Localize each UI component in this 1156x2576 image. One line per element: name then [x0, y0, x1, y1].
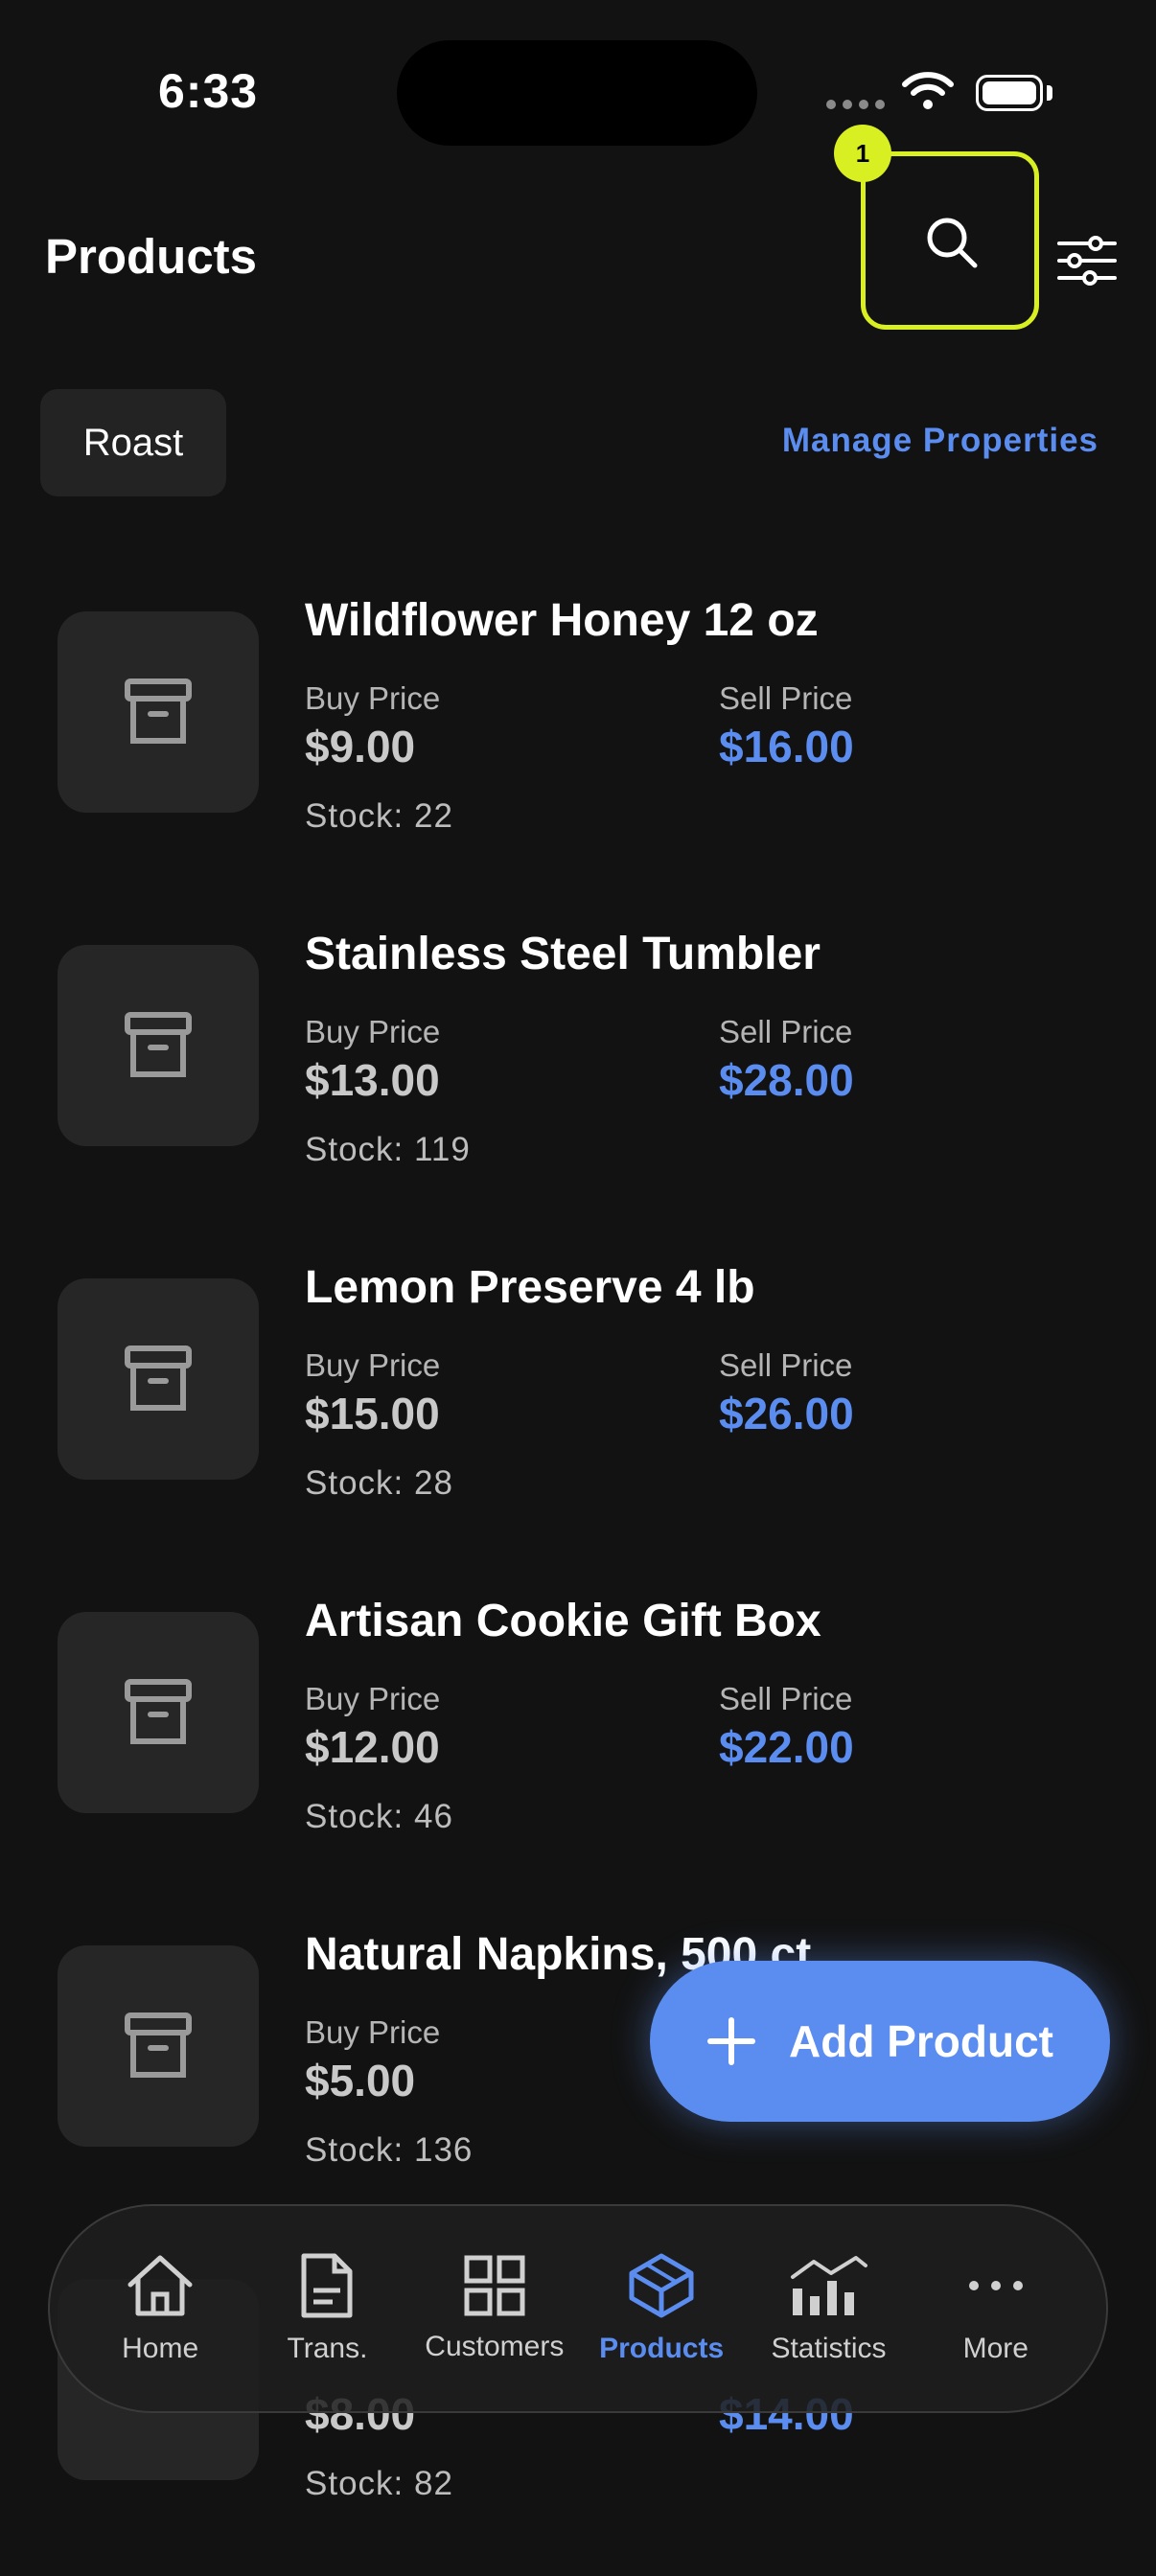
stock-count: Stock: 22: [305, 797, 453, 835]
product-name: Lemon Preserve 4 lb: [305, 1262, 755, 1313]
buy-price-label: Buy Price: [305, 1014, 441, 1049]
cube-icon: [629, 2253, 694, 2318]
sell-price-value: $22.00: [719, 1722, 854, 1772]
sell-price-label: Sell Price: [719, 1014, 853, 1049]
product-thumbnail: [58, 1278, 259, 1480]
nav-item-trans[interactable]: Trans.: [245, 2252, 408, 2365]
nav-label: Products: [599, 2333, 725, 2364]
document-icon: [301, 2253, 353, 2318]
search-highlight-frame: [861, 151, 1039, 330]
product-row[interactable]: Artisan Cookie Gift Box Buy Price Sell P…: [0, 1576, 1156, 1909]
product-thumbnail: [58, 1945, 259, 2147]
stock-count: Stock: 46: [305, 1798, 453, 1835]
product-name: Stainless Steel Tumbler: [305, 929, 821, 979]
manage-properties-link[interactable]: Manage Properties: [782, 422, 1098, 460]
sell-price-value: $28.00: [719, 1055, 854, 1105]
buy-price-value: $5.00: [305, 2056, 416, 2105]
cellular-icon: [826, 100, 885, 109]
product-thumbnail: [58, 1612, 259, 1813]
more-icon: [968, 2281, 1023, 2290]
page-title: Products: [45, 229, 258, 284]
stock-count: Stock: 136: [305, 2131, 474, 2169]
buy-price-value: $15.00: [305, 1389, 440, 1438]
archive-box-icon: [125, 678, 192, 744]
stock-count: Stock: 28: [305, 1464, 453, 1502]
archive-box-icon: [125, 2012, 192, 2078]
nav-item-home[interactable]: Home: [79, 2252, 242, 2365]
nav-item-statistics[interactable]: Statistics: [747, 2252, 910, 2365]
grid-icon: [464, 2255, 525, 2316]
nav-label: Customers: [425, 2331, 565, 2362]
chart-icon: [791, 2256, 868, 2315]
buy-price-value: $12.00: [305, 1722, 440, 1772]
filter-button[interactable]: [1047, 220, 1127, 301]
status-time: 6:33: [158, 64, 259, 118]
sell-price-label: Sell Price: [719, 1681, 853, 1716]
product-thumbnail: [58, 611, 259, 813]
buy-price-label: Buy Price: [305, 2014, 441, 2050]
filter-chip-roast[interactable]: Roast: [40, 389, 226, 496]
archive-box-icon: [125, 1679, 192, 1744]
nav-label: More: [962, 2333, 1029, 2364]
archive-box-icon: [125, 1012, 192, 1077]
sell-price-label: Sell Price: [719, 1347, 853, 1383]
nav-label: Trans.: [287, 2333, 368, 2364]
wifi-icon: [902, 72, 954, 109]
buy-price-label: Buy Price: [305, 680, 441, 716]
home-icon: [127, 2255, 193, 2316]
buy-price-label: Buy Price: [305, 1681, 441, 1716]
stock-count: Stock: 82: [305, 2465, 453, 2502]
battery-tip: [1047, 85, 1052, 101]
nav-label: Home: [122, 2333, 199, 2364]
dynamic-island: [397, 40, 757, 146]
sell-price-value: $16.00: [719, 722, 854, 771]
buy-price-value: $13.00: [305, 1055, 440, 1105]
product-row[interactable]: Stainless Steel Tumbler Buy Price Sell P…: [0, 908, 1156, 1242]
annotation-badge: 1: [834, 125, 891, 182]
nav-item-more[interactable]: More: [914, 2252, 1077, 2365]
sell-price-value: $26.00: [719, 1389, 854, 1438]
battery-icon: [976, 75, 1043, 111]
nav-label: Statistics: [771, 2333, 887, 2364]
archive-box-icon: [125, 1346, 192, 1411]
product-row[interactable]: Wildflower Honey 12 oz Buy Price Sell Pr…: [0, 575, 1156, 908]
sliders-icon: [1057, 236, 1117, 286]
product-row[interactable]: Lemon Preserve 4 lb Buy Price Sell Price…: [0, 1242, 1156, 1576]
product-name: Artisan Cookie Gift Box: [305, 1596, 821, 1646]
stock-count: Stock: 119: [305, 1131, 471, 1168]
buy-price-label: Buy Price: [305, 1347, 441, 1383]
bottom-nav: Home Trans. Customers Products Statistic…: [48, 2204, 1108, 2413]
nav-item-customers[interactable]: Customers: [413, 2254, 576, 2363]
product-name: Wildflower Honey 12 oz: [305, 595, 819, 646]
add-product-button[interactable]: Add Product: [650, 1961, 1110, 2122]
sell-price-label: Sell Price: [719, 680, 853, 716]
buy-price-value: $9.00: [305, 722, 416, 771]
nav-item-products[interactable]: Products: [580, 2252, 743, 2365]
plus-icon: [707, 2017, 755, 2065]
add-product-label: Add Product: [789, 2016, 1053, 2066]
product-thumbnail: [58, 945, 259, 1146]
